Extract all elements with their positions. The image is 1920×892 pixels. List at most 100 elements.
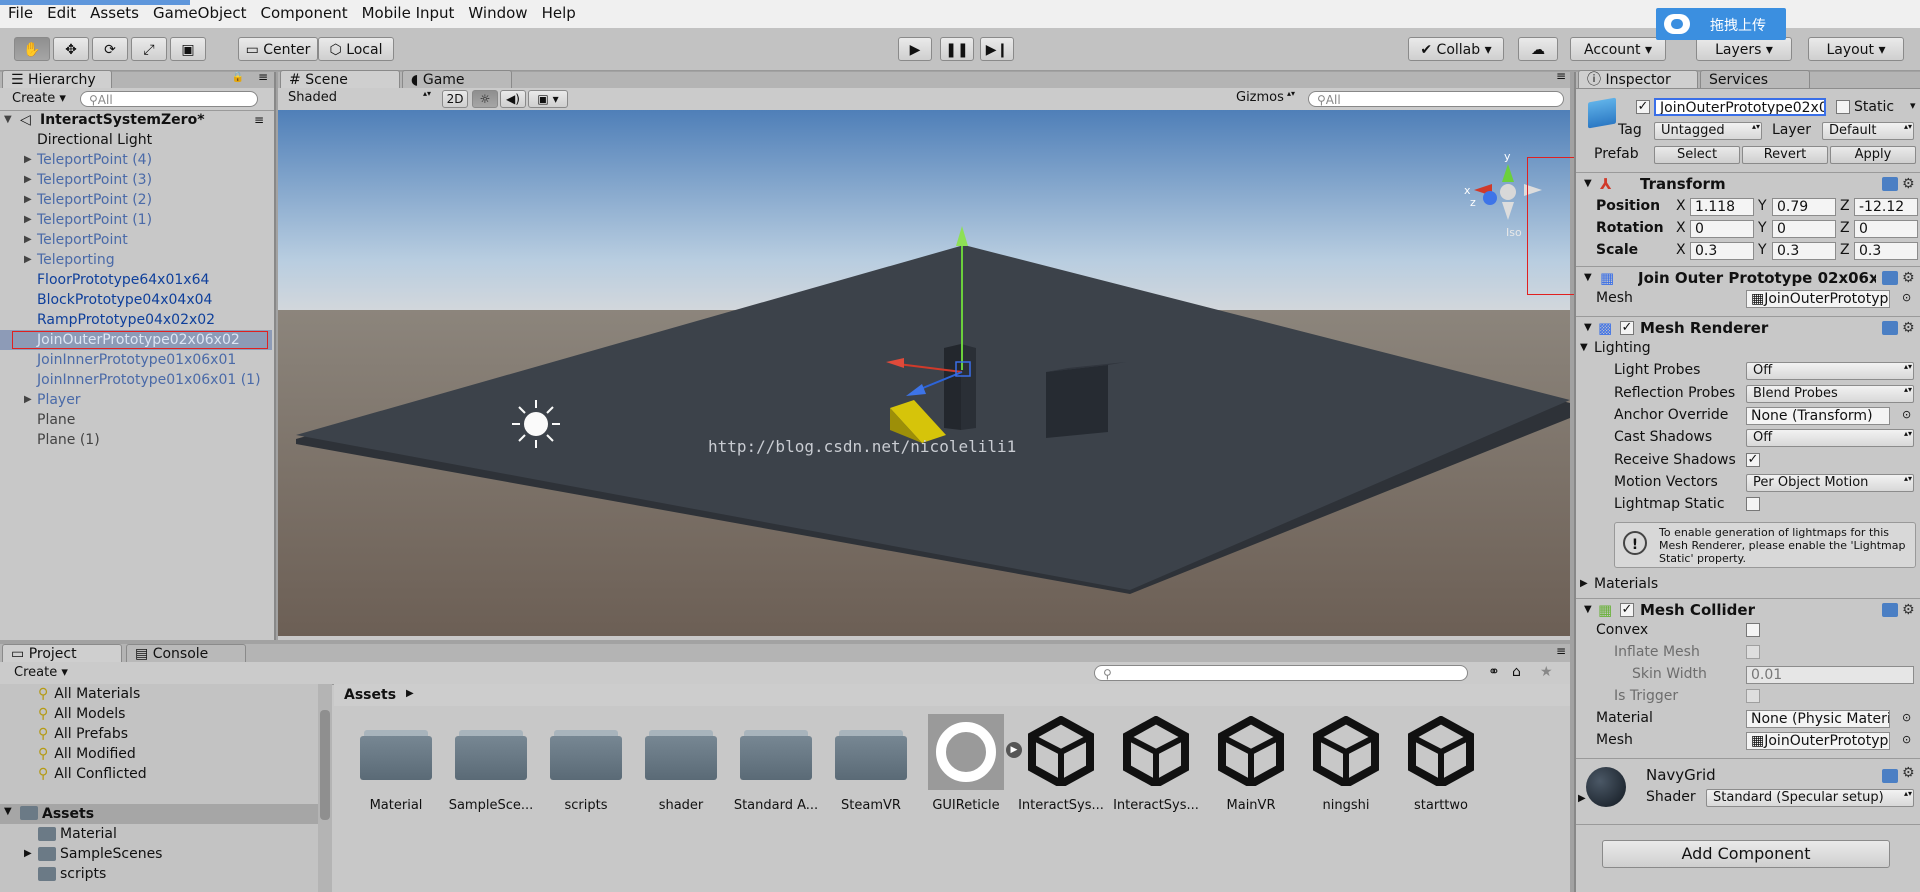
- account-dropdown[interactable]: Account ▾: [1570, 37, 1666, 61]
- expand-arrow-icon[interactable]: ▶: [24, 210, 32, 230]
- object-name-input[interactable]: JoinOuterPrototype02x06: [1654, 98, 1826, 116]
- breadcrumb-assets[interactable]: Assets: [344, 685, 396, 705]
- hierarchy-item[interactable]: JoinInnerPrototype01x06x01: [0, 350, 272, 370]
- rotation-z-field[interactable]: 0: [1854, 220, 1918, 238]
- asset-item[interactable]: SteamVR: [825, 714, 917, 824]
- tree-scrollbar[interactable]: [318, 684, 332, 892]
- tab-services[interactable]: Services: [1700, 70, 1810, 88]
- shader-dropdown[interactable]: Standard (Specular setup): [1706, 789, 1914, 807]
- menu-mobile-input[interactable]: Mobile Input: [354, 0, 461, 28]
- panel-menu-icon[interactable]: ≡: [1556, 644, 1566, 658]
- object-picker-icon[interactable]: ⊙: [1902, 288, 1911, 308]
- panel-menu-icon[interactable]: ≡: [258, 70, 268, 84]
- position-x-axis-label[interactable]: X: [1676, 196, 1686, 216]
- asset-item[interactable]: starttwo: [1395, 714, 1487, 824]
- expand-arrow-icon[interactable]: ▶: [1580, 574, 1588, 594]
- prefab-select-button[interactable]: Select: [1654, 146, 1740, 164]
- toggle-2d-button[interactable]: 2D: [442, 90, 468, 108]
- rotation-x-field[interactable]: 0: [1690, 220, 1754, 238]
- favorite-item[interactable]: ⚲ All Conflicted: [38, 764, 147, 784]
- scale-z-field[interactable]: 0.3: [1854, 242, 1918, 260]
- light-probes-dropdown[interactable]: Off: [1746, 362, 1914, 380]
- scale-z-axis-label[interactable]: Z: [1840, 240, 1850, 260]
- scale-y-field[interactable]: 0.3: [1772, 242, 1836, 260]
- gear-icon[interactable]: ⚙: [1902, 765, 1915, 781]
- expand-arrow-icon[interactable]: ▶: [24, 170, 32, 190]
- expand-arrow-icon[interactable]: ▶: [24, 230, 32, 250]
- tab-game[interactable]: ◖ Game: [402, 70, 512, 88]
- tab-hierarchy[interactable]: ☰ Hierarchy: [2, 70, 112, 88]
- collab-dropdown[interactable]: ✔ Collab ▾: [1408, 37, 1504, 61]
- materials-foldout[interactable]: Materials: [1594, 574, 1658, 594]
- help-book-icon[interactable]: [1882, 769, 1898, 783]
- hierarchy-item[interactable]: Directional Light: [0, 130, 272, 150]
- asset-item[interactable]: InteractSys...: [1015, 714, 1107, 824]
- asset-item[interactable]: scripts: [540, 714, 632, 824]
- expand-arrow-icon[interactable]: ▼: [4, 110, 12, 130]
- hierarchy-item[interactable]: ▶ TeleportPoint (1): [0, 210, 272, 230]
- step-button[interactable]: ▶❙: [980, 37, 1014, 61]
- help-book-icon[interactable]: [1882, 603, 1898, 617]
- gear-icon[interactable]: ⚙: [1902, 599, 1915, 621]
- menu-window[interactable]: Window: [460, 0, 533, 28]
- asset-item[interactable]: Standard A...: [730, 714, 822, 824]
- collapse-arrow-icon[interactable]: ▼: [1584, 173, 1592, 195]
- tab-scene[interactable]: # Scene: [280, 70, 400, 88]
- object-picker-icon[interactable]: ⊙: [1902, 708, 1911, 728]
- layer-dropdown[interactable]: Default: [1822, 122, 1914, 140]
- add-component-button[interactable]: Add Component: [1602, 840, 1890, 868]
- layout-dropdown[interactable]: Layout ▾: [1808, 37, 1904, 61]
- expand-arrow-icon[interactable]: ▶: [24, 844, 32, 864]
- hierarchy-item[interactable]: ▶ TeleportPoint (4): [0, 150, 272, 170]
- rect-tool-button[interactable]: ▣: [170, 37, 206, 61]
- skin-width-field[interactable]: 0.01: [1746, 666, 1914, 684]
- help-book-icon[interactable]: [1882, 271, 1898, 285]
- static-checkbox[interactable]: [1836, 100, 1850, 114]
- expand-arrow-icon[interactable]: ▼: [4, 806, 12, 817]
- hierarchy-create-button[interactable]: Create ▾: [12, 89, 66, 109]
- scene-viewport[interactable]: y x z Iso http://blog.csdn.net/nicolelil…: [278, 110, 1570, 636]
- hierarchy-item[interactable]: Plane: [0, 410, 272, 430]
- hierarchy-item[interactable]: BlockPrototype04x04x04: [0, 290, 272, 310]
- play-button[interactable]: ▶: [898, 37, 932, 61]
- favorite-item[interactable]: ⚲ All Modified: [38, 744, 136, 764]
- static-dropdown-icon[interactable]: ▾: [1910, 96, 1916, 116]
- lighting-toggle[interactable]: ☼: [472, 90, 498, 108]
- lightmap-static-checkbox[interactable]: [1746, 497, 1760, 511]
- anchor-override-field[interactable]: None (Transform): [1746, 407, 1890, 425]
- position-z-field[interactable]: -12.12: [1854, 198, 1918, 216]
- expand-arrow-icon[interactable]: ▼: [1580, 338, 1588, 358]
- expand-arrow-icon[interactable]: ▶: [24, 250, 32, 270]
- motion-vectors-dropdown[interactable]: Per Object Motion: [1746, 474, 1914, 492]
- transform-header[interactable]: ▼ ⅄ Transform ⚙: [1576, 172, 1920, 195]
- mesh-renderer-header[interactable]: ▼ ▩ ✓ Mesh Renderer ⚙: [1576, 316, 1920, 339]
- favorite-item[interactable]: ⚲ All Materials: [38, 684, 140, 704]
- scene-menu-icon[interactable]: ≡: [254, 110, 264, 130]
- hierarchy-item[interactable]: Plane (1): [0, 430, 272, 450]
- asset-item[interactable]: shader: [635, 714, 727, 824]
- cloud-button[interactable]: ☁: [1518, 37, 1558, 61]
- is-trigger-checkbox[interactable]: [1746, 689, 1760, 703]
- hierarchy-item[interactable]: ▶ Teleporting: [0, 250, 272, 270]
- move-tool-button[interactable]: ✥: [53, 37, 89, 61]
- asset-item[interactable]: MainVR: [1205, 714, 1297, 824]
- hierarchy-item[interactable]: JoinOuterPrototype02x06x02: [0, 330, 272, 350]
- favorite-item[interactable]: ⚲ All Prefabs: [38, 724, 128, 744]
- project-search-input[interactable]: ⚲: [1094, 665, 1468, 681]
- expand-arrow-icon[interactable]: ▶: [24, 150, 32, 170]
- assets-root-row[interactable]: ▼ Assets: [0, 804, 318, 824]
- position-y-axis-label[interactable]: Y: [1758, 196, 1767, 216]
- scale-x-axis-label[interactable]: X: [1676, 240, 1686, 260]
- position-y-field[interactable]: 0.79: [1772, 198, 1836, 216]
- project-create-button[interactable]: Create ▾: [14, 663, 68, 683]
- tree-scroll-thumb[interactable]: [320, 710, 330, 820]
- favorite-item[interactable]: ⚲ All Models: [38, 704, 125, 724]
- scene-search-input[interactable]: ⚲All: [1308, 91, 1564, 107]
- convex-checkbox[interactable]: [1746, 623, 1760, 637]
- hierarchy-item[interactable]: ▶ TeleportPoint (2): [0, 190, 272, 210]
- collider-mesh-field[interactable]: ▦JoinOuterPrototyp: [1746, 732, 1890, 750]
- collapse-arrow-icon[interactable]: ▼: [1584, 267, 1592, 289]
- gear-icon[interactable]: ⚙: [1902, 173, 1915, 195]
- collapse-arrow-icon[interactable]: ▼: [1584, 599, 1592, 621]
- hierarchy-item[interactable]: ▶ TeleportPoint (3): [0, 170, 272, 190]
